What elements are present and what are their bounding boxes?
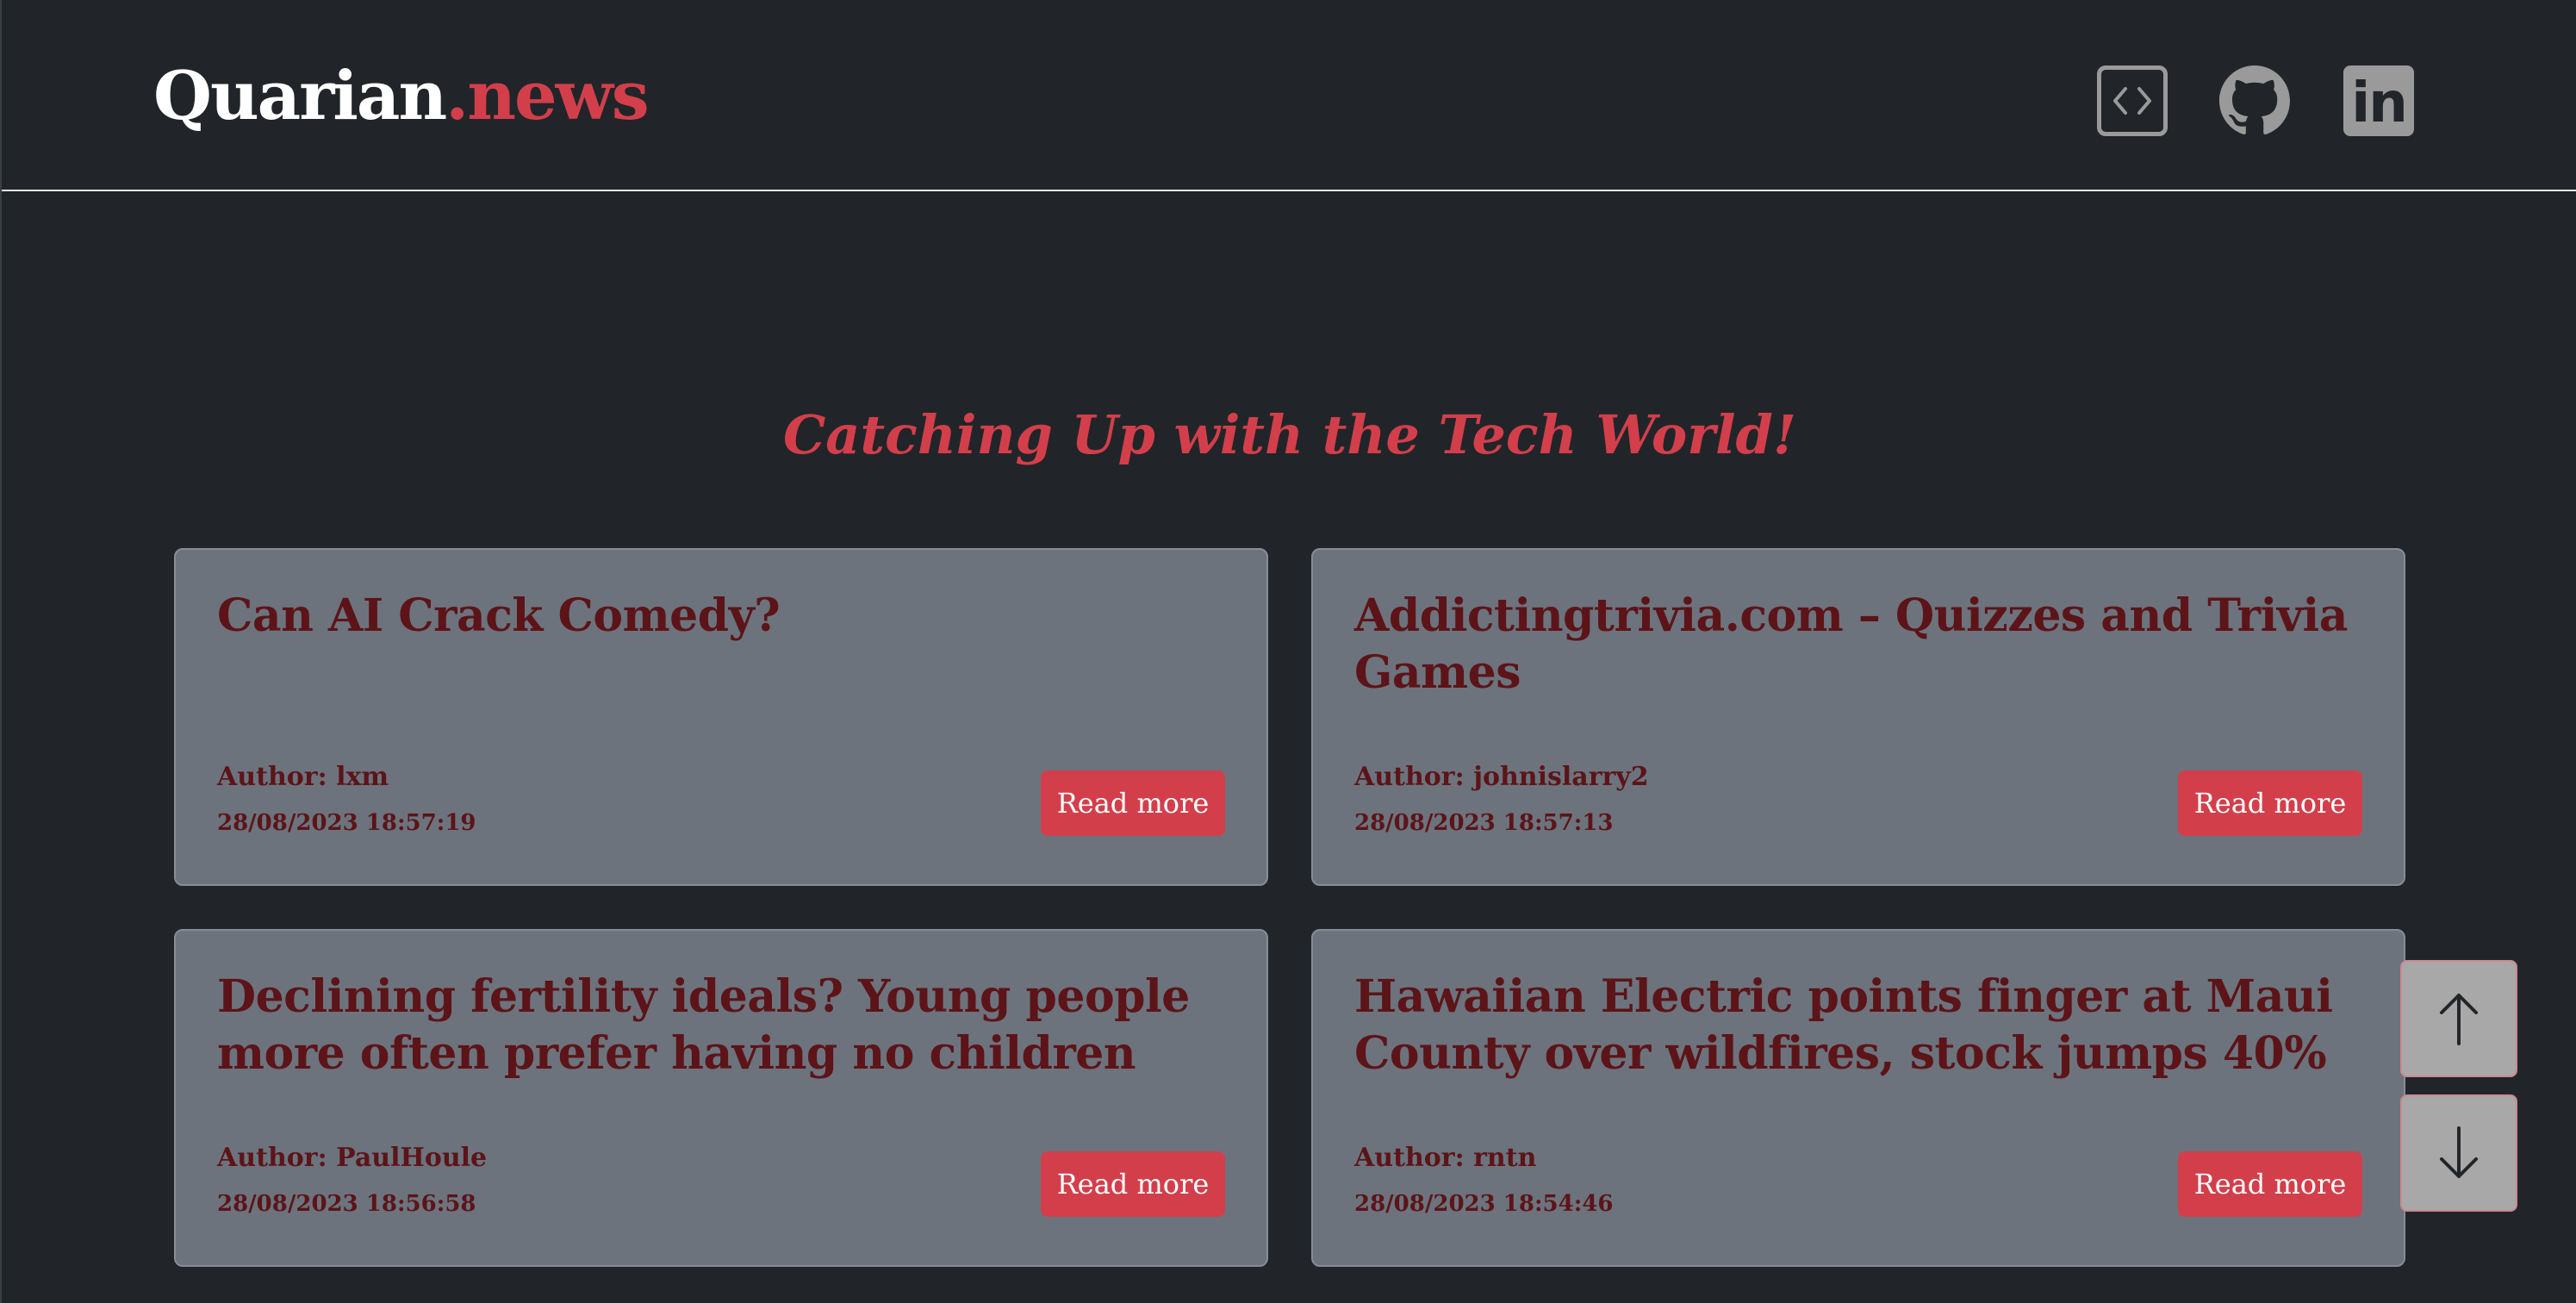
news-card: Can AI Crack Comedy? Author: lxm 28/08/2…: [174, 548, 1268, 886]
news-card: Addictingtrivia.com – Quizzes and Trivia…: [1311, 548, 2405, 886]
read-more-button[interactable]: Read more: [2178, 1151, 2362, 1217]
github-glyph: [2219, 65, 2290, 134]
card-author: Author: lxm: [217, 762, 389, 792]
scroll-up-button[interactable]: [2400, 960, 2517, 1077]
card-title: Addictingtrivia.com – Quizzes and Trivia…: [1354, 589, 2349, 699]
card-author: Author: PaulHoule: [217, 1143, 488, 1173]
page: Quarian.news in Catching Up with the Tec…: [0, 0, 2576, 1303]
card-title: Declining fertility ideals? Young people…: [217, 970, 1190, 1080]
card-date: 28/08/2023 18:56:58: [217, 1191, 476, 1217]
github-icon[interactable]: [2219, 65, 2290, 136]
brand-tld: .news: [445, 57, 650, 135]
read-more-button[interactable]: Read more: [2178, 770, 2362, 836]
card-date: 28/08/2023 18:54:46: [1354, 1191, 1614, 1217]
card-author: Author: johnislarry2: [1354, 762, 1649, 792]
card-date: 28/08/2023 18:57:13: [1354, 810, 1614, 836]
arrow-up-icon: [2440, 994, 2478, 1045]
scroll-down-button[interactable]: [2400, 1094, 2517, 1212]
news-card: Hawaiian Electric points finger at Maui …: [1311, 929, 2405, 1267]
code-brackets-glyph: [2113, 87, 2151, 115]
read-more-button[interactable]: Read more: [1041, 770, 1225, 836]
brand-name: Quarian: [153, 57, 447, 135]
card-date: 28/08/2023 18:57:19: [217, 810, 476, 836]
read-more-button[interactable]: Read more: [1041, 1151, 1225, 1217]
page-tagline: Catching Up with the Tech World!: [782, 403, 1797, 466]
card-author: Author: rntn: [1354, 1143, 1537, 1173]
card-title: Can AI Crack Comedy?: [217, 589, 781, 642]
card-title: Hawaiian Electric points finger at Maui …: [1354, 970, 2333, 1080]
linkedin-glyph: in: [2351, 72, 2407, 135]
arrow-down-icon: [2440, 1126, 2478, 1178]
code-icon[interactable]: [2097, 65, 2168, 136]
news-card: Declining fertility ideals? Young people…: [174, 929, 1268, 1267]
site-header: Quarian.news in: [2, 0, 2576, 191]
site-logo[interactable]: Quarian.news: [153, 53, 650, 140]
linkedin-icon[interactable]: in: [2343, 65, 2414, 136]
